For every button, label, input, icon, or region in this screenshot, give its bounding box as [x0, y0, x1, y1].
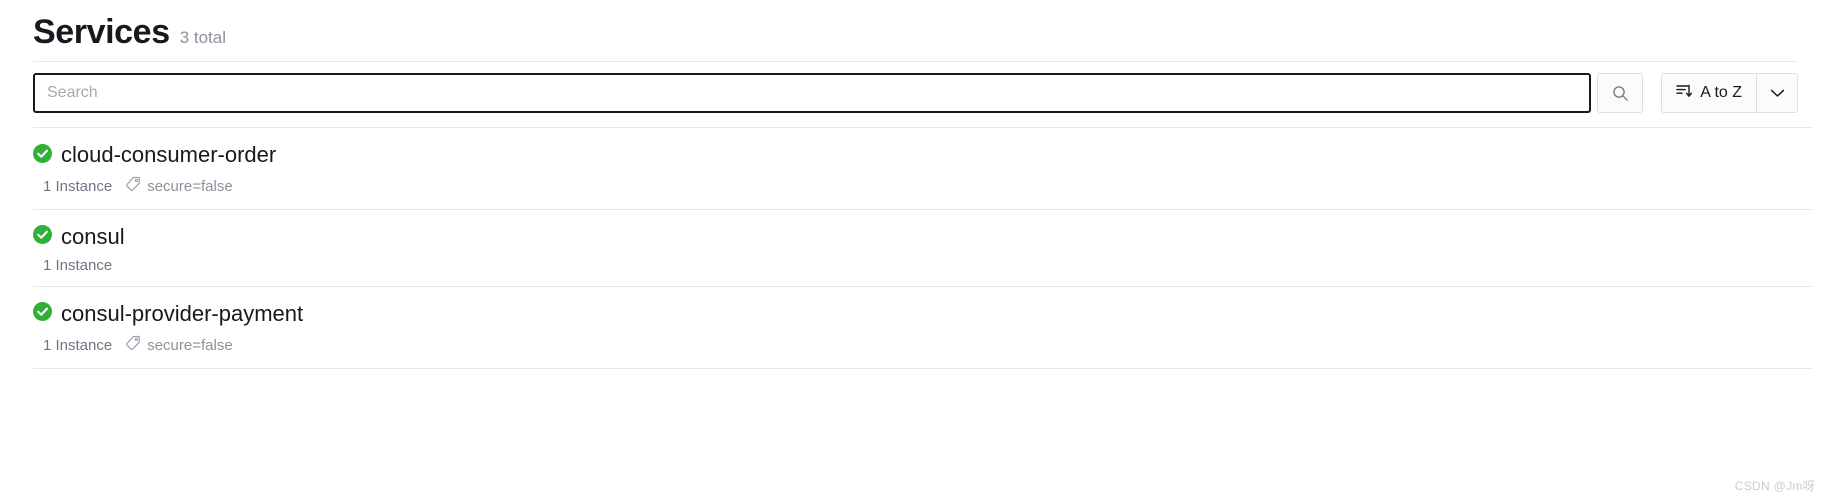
sort-order-label: A to Z: [1700, 84, 1742, 102]
service-tag: secure=false: [125, 335, 233, 356]
header-divider: [33, 61, 1798, 63]
instance-count: 1 Instance: [43, 257, 113, 275]
sort-order-button[interactable]: A to Z: [1661, 73, 1756, 114]
chevron-down-icon: [1770, 86, 1785, 101]
instance-count: 1 Instance: [43, 177, 113, 195]
sort-control-group: A to Z: [1661, 73, 1798, 114]
page-header: Services 3 total: [0, 0, 1831, 51]
tag-icon: [125, 335, 141, 356]
instance-count: 1 Instance: [43, 336, 113, 354]
service-list: cloud-consumer-order 1 Instance secure=f…: [33, 127, 1812, 369]
service-name: consul-provider-payment: [61, 301, 304, 327]
check-circle-icon: [33, 224, 52, 249]
service-tag: secure=false: [125, 176, 233, 197]
service-name: cloud-consumer-order: [61, 142, 277, 168]
sort-descending-icon: [1676, 83, 1693, 104]
tag-label: secure=false: [147, 177, 233, 195]
search-icon: [1612, 85, 1629, 102]
filter-bar: A to Z: [33, 73, 1798, 114]
search-input[interactable]: [33, 73, 1592, 114]
service-list-item[interactable]: consul-provider-payment 1 Instance secur…: [33, 287, 1812, 369]
service-meta: 1 Instance secure=false: [33, 176, 1812, 197]
service-name-line: consul-provider-payment: [33, 301, 1812, 327]
service-meta: 1 Instance: [33, 257, 1812, 274]
sort-dropdown-toggle[interactable]: [1756, 73, 1798, 114]
service-name-line: consul: [33, 224, 1812, 250]
search-wrapper: [33, 73, 1644, 114]
page-title: Services: [33, 13, 170, 51]
service-name-line: cloud-consumer-order: [33, 142, 1812, 168]
tag-label: secure=false: [147, 336, 233, 354]
services-page: Services 3 total Search A to Z cloud-con…: [0, 0, 1831, 502]
search-submit-button[interactable]: [1597, 73, 1644, 114]
watermark: CSDN @Jm呀: [1734, 479, 1815, 493]
service-list-item[interactable]: consul 1 Instance: [33, 210, 1812, 288]
check-circle-icon: [33, 302, 52, 326]
service-name: consul: [61, 223, 125, 249]
service-list-item[interactable]: cloud-consumer-order 1 Instance secure=f…: [33, 128, 1812, 210]
service-meta: 1 Instance secure=false: [33, 335, 1812, 356]
check-circle-icon: [33, 143, 52, 168]
tag-icon: [125, 176, 141, 197]
service-count-label: 3 total: [179, 28, 227, 47]
